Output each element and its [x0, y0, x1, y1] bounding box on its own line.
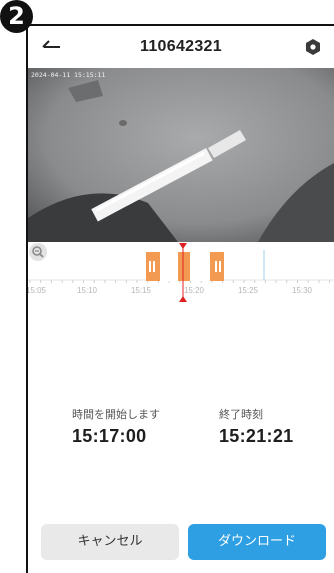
tick-label: 15:15 [130, 286, 152, 295]
playhead-bottom-marker [179, 296, 187, 302]
end-time-value[interactable]: 15:21:21 [219, 426, 293, 447]
cancel-button[interactable]: キャンセル [41, 524, 179, 560]
tick-label: 15:30 [291, 286, 313, 295]
page-title: 110642321 [140, 38, 222, 55]
phone-screen: 110642321 2024-04-11 15:15:11 15:05 15:1… [26, 24, 334, 573]
end-time-block: 終了時刻 15:21:21 [219, 406, 293, 447]
tick-label: 15:05 [26, 286, 47, 295]
step-number-badge: 2 [0, 0, 33, 33]
start-time-block: 時間を開始します 15:17:00 [72, 406, 160, 447]
playhead-top-marker [179, 243, 187, 249]
hexagon-settings-icon[interactable] [304, 38, 322, 56]
download-button[interactable]: ダウンロード [188, 524, 326, 560]
video-timestamp: 2024-04-11 15:15:11 [31, 71, 106, 79]
tick-label: 15:20 [183, 286, 205, 295]
end-time-label: 終了時刻 [219, 408, 263, 421]
tick-label: 15:10 [76, 286, 98, 295]
zoom-icon[interactable] [28, 242, 48, 262]
video-player[interactable]: 2024-04-11 15:15:11 [28, 68, 334, 242]
timeline-scrubber[interactable]: 15:05 15:10 15:15 15:20 15:25 15:30 [28, 242, 334, 304]
top-bar: 110642321 [28, 26, 334, 68]
start-time-value[interactable]: 15:17:00 [72, 426, 160, 447]
tick-label: 15:25 [237, 286, 259, 295]
start-time-label: 時間を開始します [72, 408, 160, 421]
camera-frame-image [28, 68, 334, 242]
timeline-track [28, 243, 334, 302]
selection-range[interactable] [146, 252, 224, 281]
